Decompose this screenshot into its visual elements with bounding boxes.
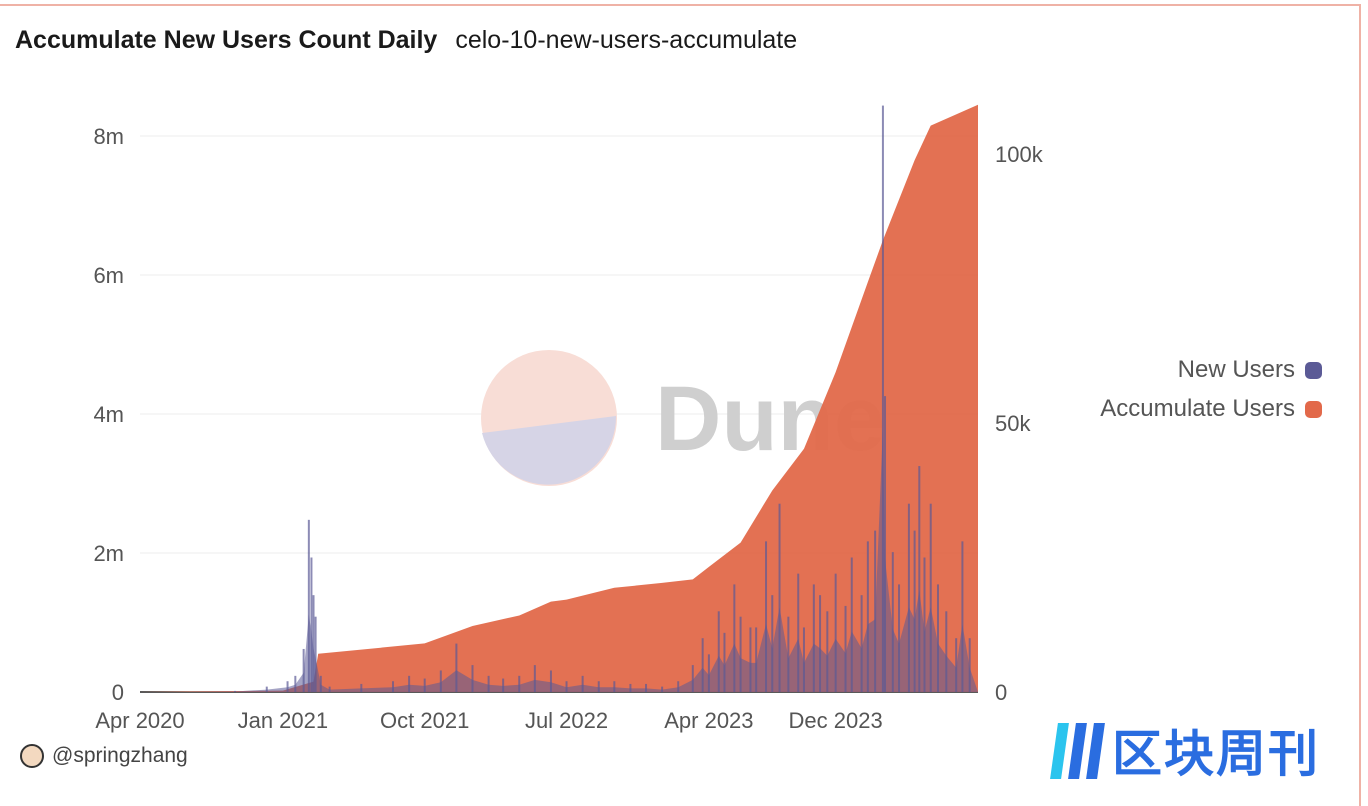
new-users-bar — [945, 611, 948, 692]
author-handle[interactable]: @springzhang — [52, 744, 188, 768]
new-users-bar — [307, 519, 310, 692]
new-users-bar — [302, 648, 305, 692]
new-users-bar — [771, 595, 774, 692]
new-users-bar — [629, 683, 632, 692]
new-users-bar — [936, 584, 939, 692]
new-users-bar — [755, 627, 758, 692]
x-tick-label: Apr 2020 — [95, 708, 184, 733]
new-users-bar — [739, 616, 742, 692]
new-users-bar — [691, 665, 694, 692]
new-users-bar — [913, 530, 916, 692]
new-users-bar — [265, 686, 268, 692]
new-users-bar — [701, 638, 704, 692]
new-users-bar — [923, 557, 926, 692]
legend-swatch-new-users — [1305, 361, 1322, 379]
x-tick-label: Jul 2022 — [525, 708, 608, 733]
logo-mark-icon — [1050, 719, 1105, 781]
x-tick-label: Jan 2021 — [238, 708, 329, 733]
new-users-bar — [765, 541, 768, 692]
new-users-bar — [518, 675, 521, 692]
new-users-bar — [294, 675, 297, 692]
new-users-bar — [328, 686, 331, 692]
new-users-bar — [613, 681, 616, 692]
new-users-bar — [645, 683, 648, 692]
new-users-bar — [961, 541, 964, 692]
new-users-bar — [597, 681, 600, 692]
new-users-bar — [802, 627, 805, 692]
footer: @springzhang — [20, 744, 188, 768]
x-tick-label: Apr 2023 — [664, 708, 753, 733]
new-users-bar — [286, 681, 289, 692]
new-users-bar — [471, 665, 474, 692]
publisher-logo: 区块周刊 — [1050, 714, 1320, 786]
new-users-bar — [319, 675, 322, 692]
new-users-bar — [455, 643, 458, 692]
new-users-bar — [677, 681, 680, 692]
new-users-bar — [866, 541, 869, 692]
new-users-bar — [581, 675, 584, 692]
avatar[interactable] — [20, 744, 44, 768]
new-users-bar — [918, 466, 921, 692]
new-users-bar — [826, 611, 829, 692]
new-users-bar — [797, 573, 800, 692]
new-users-bar — [549, 670, 552, 692]
new-users-bar — [310, 557, 313, 692]
new-users-bar — [749, 627, 752, 692]
legend-item-accumulate-users[interactable]: Accumulate Users — [1100, 395, 1322, 423]
new-users-bar — [312, 595, 315, 692]
y-left-tick-label: 6m — [93, 263, 124, 288]
y-right-tick-label: 100k — [995, 142, 1044, 167]
new-users-bar — [907, 503, 910, 692]
y-left-tick-label: 8m — [93, 124, 124, 149]
x-tick-label: Dec 2023 — [789, 708, 883, 733]
new-users-bar — [392, 681, 395, 692]
new-users-bar — [234, 690, 237, 692]
new-users-bar — [487, 675, 490, 692]
new-users-bar — [661, 686, 664, 692]
new-users-bar — [723, 632, 726, 692]
new-users-bar — [533, 665, 536, 692]
new-users-bar — [968, 638, 971, 692]
x-tick-label: Oct 2021 — [380, 708, 469, 733]
new-users-bar — [884, 396, 887, 692]
legend-label-new-users: New Users — [1177, 356, 1295, 383]
legend-label-accumulate-users: Accumulate Users — [1100, 395, 1295, 422]
new-users-bar — [929, 503, 932, 692]
new-users-bar — [850, 557, 853, 692]
legend-item-new-users[interactable]: New Users — [1178, 356, 1322, 384]
new-users-bar — [360, 683, 363, 692]
y-left-tick-label: 2m — [93, 541, 124, 566]
new-users-bar — [834, 573, 837, 692]
new-users-bar — [860, 595, 863, 692]
y-right-tick-label: 0 — [995, 680, 1007, 705]
new-users-bar — [819, 595, 822, 692]
logo-text: 区块周刊 — [1112, 725, 1320, 783]
new-users-bar — [881, 105, 884, 692]
new-users-bar — [812, 584, 815, 692]
legend-swatch-accumulate-users — [1305, 400, 1322, 418]
new-users-bar — [787, 616, 790, 692]
new-users-bar — [778, 503, 781, 692]
new-users-bar — [874, 530, 877, 692]
y-right-tick-label: 50k — [995, 411, 1031, 436]
new-users-bar — [423, 678, 426, 692]
new-users-bar — [955, 638, 958, 692]
new-users-bar — [898, 584, 901, 692]
new-users-bar — [844, 605, 847, 692]
new-users-bar — [408, 675, 411, 692]
new-users-bar — [565, 681, 568, 692]
y-left-tick-label: 4m — [93, 402, 124, 427]
new-users-bar — [733, 584, 736, 692]
new-users-bar — [314, 616, 317, 692]
new-users-bar — [439, 670, 442, 692]
new-users-bar — [891, 552, 894, 692]
new-users-bar — [502, 678, 505, 692]
new-users-bar — [717, 611, 720, 692]
y-left-tick-label: 0 — [112, 680, 124, 705]
new-users-bar — [707, 654, 710, 692]
